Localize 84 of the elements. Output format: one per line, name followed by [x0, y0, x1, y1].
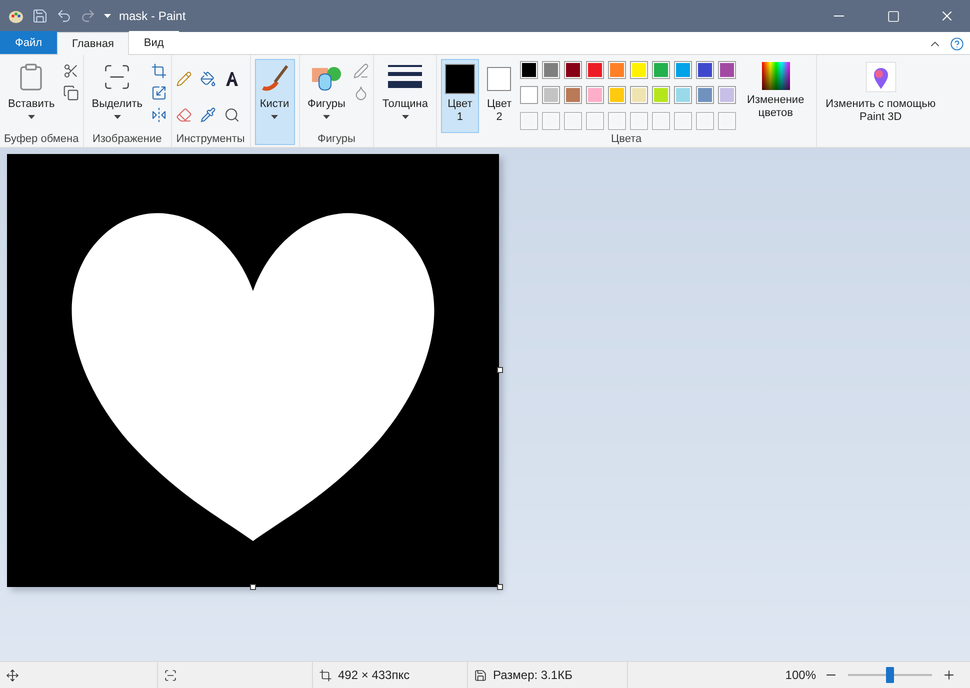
help-icon[interactable]: [950, 37, 964, 51]
pencil-icon[interactable]: [176, 71, 192, 87]
shapes-button[interactable]: Фигуры: [304, 59, 350, 133]
zoom-percentage: 100%: [785, 668, 816, 682]
empty-color-slot[interactable]: [718, 112, 736, 130]
color-select-button[interactable]: Цвет 1: [440, 59, 479, 133]
cut-icon[interactable]: [62, 63, 79, 79]
group-label: Буфер обмена: [4, 133, 79, 145]
empty-color-slot[interactable]: [520, 112, 538, 130]
color-swatch[interactable]: [630, 61, 648, 79]
zoom-in-icon[interactable]: [942, 668, 956, 682]
fill-bucket-icon[interactable]: [200, 71, 216, 87]
color-swatch[interactable]: [564, 61, 582, 79]
caret-icon: [28, 115, 35, 119]
maximize-icon[interactable]: [886, 10, 900, 22]
color-swatch[interactable]: [674, 61, 692, 79]
ribbon-tab[interactable]: Главная: [57, 32, 129, 55]
caret-icon: [402, 115, 409, 119]
magnifier-icon[interactable]: [224, 107, 240, 123]
color-swatch[interactable]: [586, 61, 604, 79]
color-swatch[interactable]: [718, 61, 736, 79]
color-swatch[interactable]: [718, 86, 736, 104]
redo-icon[interactable]: [80, 8, 96, 24]
resize-handle[interactable]: [250, 584, 256, 590]
paint-palette-icon: [8, 8, 24, 24]
outline-icon[interactable]: [353, 63, 370, 79]
color-swatch[interactable]: [586, 86, 604, 104]
size-button[interactable]: Толщина: [378, 59, 432, 145]
group-label: Изображение: [92, 133, 162, 145]
color-swatch[interactable]: [696, 61, 714, 79]
selection-size-icon[interactable]: [164, 668, 177, 682]
color-select-button[interactable]: Цвет 2: [482, 59, 516, 133]
color-swatch[interactable]: [652, 86, 670, 104]
canvas-size-icon[interactable]: [319, 668, 332, 682]
caret-icon[interactable]: [104, 14, 111, 18]
zoom-slider-thumb[interactable]: [886, 667, 894, 683]
empty-color-slot[interactable]: [564, 112, 582, 130]
eraser-icon[interactable]: [176, 107, 192, 123]
edit-colors-button[interactable]: Изменение цветов: [740, 59, 812, 133]
empty-color-slot[interactable]: [696, 112, 714, 130]
file-size: Размер: 3.1КБ: [493, 668, 572, 682]
text-tool-icon[interactable]: [224, 71, 240, 87]
caret-icon: [271, 115, 278, 119]
resize-handle[interactable]: [497, 584, 503, 590]
color-swatch[interactable]: [542, 86, 560, 104]
caret-icon: [322, 115, 330, 119]
color-swatch[interactable]: [696, 86, 714, 104]
color-swatch[interactable]: [608, 86, 626, 104]
empty-color-slot[interactable]: [608, 112, 626, 130]
color-swatch[interactable]: [564, 86, 582, 104]
image-canvas[interactable]: [7, 154, 499, 587]
move-cursor-icon[interactable]: [6, 668, 19, 682]
copy-icon[interactable]: [62, 85, 79, 101]
crop-icon[interactable]: [150, 63, 166, 79]
color-picker-icon[interactable]: [200, 107, 216, 123]
brushes-button[interactable]: Кисти: [254, 59, 294, 145]
color-swatch[interactable]: [652, 61, 670, 79]
paint-3d-icon: [866, 62, 896, 92]
caret-icon: [114, 115, 121, 119]
color-swatch[interactable]: [520, 86, 538, 104]
image-dimensions: 492 × 433пкс: [338, 668, 410, 682]
group-label: Инструменты: [176, 133, 245, 145]
empty-color-slot[interactable]: [652, 112, 670, 130]
color-spectrum-icon: [762, 62, 790, 90]
paste-button[interactable]: Вставить: [4, 59, 59, 133]
empty-color-slot[interactable]: [542, 112, 560, 130]
window-title: mask - Paint: [119, 9, 187, 23]
undo-icon[interactable]: [56, 8, 72, 24]
paint-3d-button[interactable]: Изменить с помощью Paint 3D: [820, 59, 941, 145]
color-swatch[interactable]: [520, 61, 538, 79]
color-swatch[interactable]: [542, 61, 560, 79]
file-menu-tab[interactable]: Файл: [0, 31, 58, 54]
resize-icon[interactable]: [150, 85, 166, 101]
empty-color-slot[interactable]: [674, 112, 692, 130]
color-swatch[interactable]: [674, 86, 692, 104]
resize-handle[interactable]: [497, 367, 503, 373]
group-label: Цвета: [610, 133, 642, 145]
empty-color-slot[interactable]: [630, 112, 648, 130]
color-swatch[interactable]: [608, 61, 626, 79]
save-icon[interactable]: [474, 668, 487, 682]
select-button[interactable]: Выделить: [88, 59, 146, 133]
group-label: Фигуры: [318, 133, 356, 145]
empty-color-slot[interactable]: [586, 112, 604, 130]
color-swatch[interactable]: [630, 86, 648, 104]
